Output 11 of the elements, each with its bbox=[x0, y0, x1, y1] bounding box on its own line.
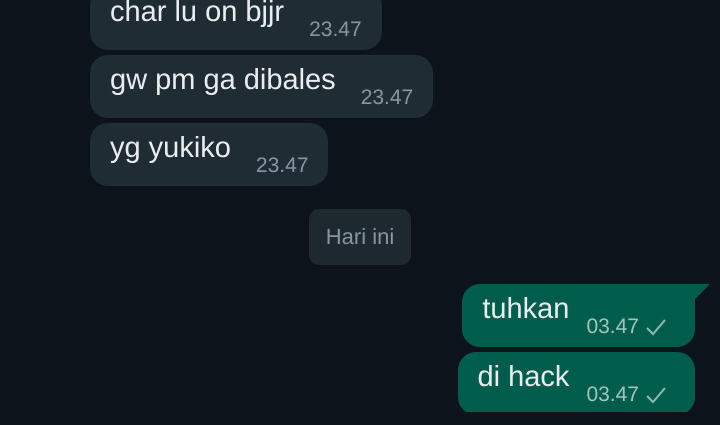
message-time: 23.47 bbox=[256, 154, 308, 178]
message-text: char lu on bjjr bbox=[110, 0, 284, 29]
message-text: di hack bbox=[478, 361, 570, 394]
message-time: 23.47 bbox=[360, 86, 414, 110]
message-time: 03.47 bbox=[586, 315, 639, 339]
message-time: 03.47 bbox=[586, 383, 639, 407]
message-text: tuhkan bbox=[482, 293, 570, 326]
message-time: 23.47 bbox=[309, 18, 362, 42]
message-text: yg yukiko bbox=[110, 132, 231, 165]
message-text: gw pm ga dibales bbox=[110, 64, 336, 97]
date-chip: Hari ini bbox=[308, 209, 412, 265]
